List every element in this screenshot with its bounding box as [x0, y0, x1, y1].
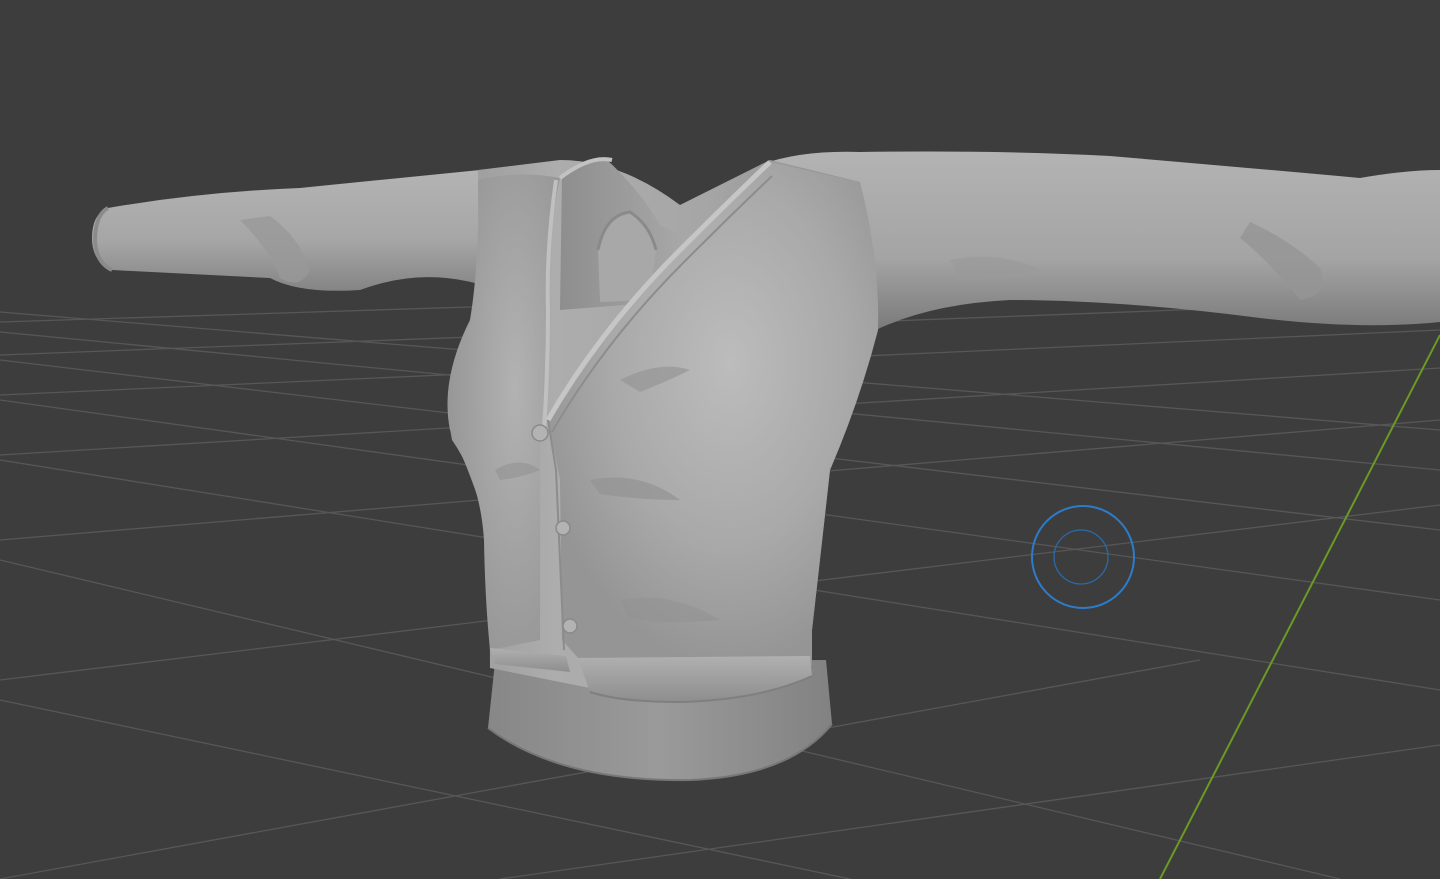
button-2 [555, 520, 571, 536]
brush-cursor[interactable] [1031, 505, 1135, 609]
3d-viewport[interactable] [0, 0, 1440, 879]
viewport-canvas[interactable] [0, 0, 1440, 879]
y-axis-line [1159, 334, 1440, 879]
button-1 [531, 424, 549, 442]
sculpted-cardigan-mesh[interactable] [92, 151, 1440, 782]
button-3 [562, 618, 578, 634]
